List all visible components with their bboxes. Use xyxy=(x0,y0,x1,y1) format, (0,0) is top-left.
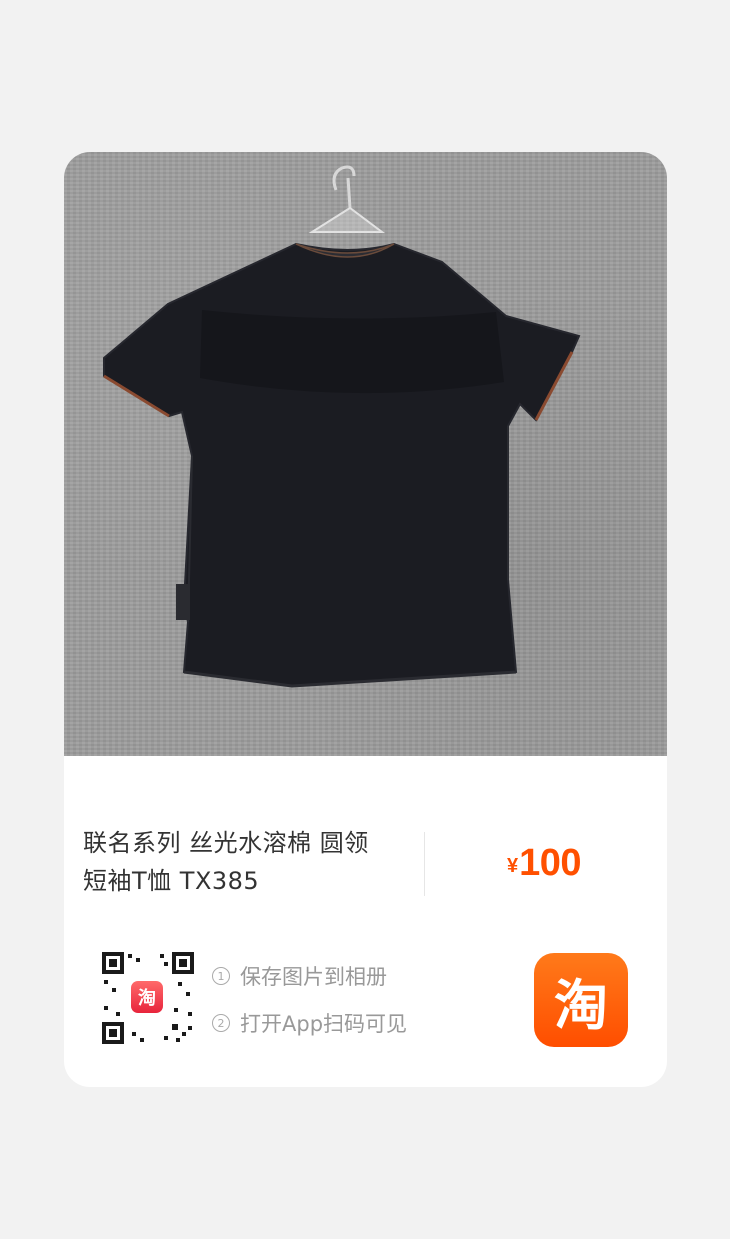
step-2-number: 2 xyxy=(212,1014,230,1032)
qr-logo-char: 淘 xyxy=(138,988,156,1009)
title-line-1: 联名系列 丝光水溶棉 圆领 xyxy=(83,829,369,857)
instruction-step-1: 1 保存图片到相册 xyxy=(212,960,407,992)
title-line-2: 短袖T恤 TX385 xyxy=(83,867,260,895)
qr-code: 淘 xyxy=(98,948,198,1048)
currency-symbol: ¥ xyxy=(507,855,519,877)
share-card: 联名系列 丝光水溶棉 圆领 短袖T恤 TX385 ¥100 淘 1 保存图片到相… xyxy=(64,152,667,1087)
step-1-number: 1 xyxy=(212,967,230,985)
taobao-icon-char: 淘 xyxy=(554,973,608,1037)
product-title: 联名系列 丝光水溶棉 圆领 短袖T恤 TX385 xyxy=(83,824,413,900)
step-1-text: 保存图片到相册 xyxy=(240,965,387,989)
tshirt-illustration xyxy=(103,165,581,688)
scan-instructions: 1 保存图片到相册 2 打开App扫码可见 xyxy=(212,960,407,1054)
hanger-icon xyxy=(308,165,385,233)
step-2-text: 打开App扫码可见 xyxy=(240,1012,408,1036)
price-value: 100 xyxy=(519,842,582,884)
price: ¥100 xyxy=(507,842,582,885)
divider xyxy=(424,832,425,896)
instruction-step-2: 2 打开App扫码可见 xyxy=(212,1007,407,1039)
qr-logo-icon: 淘 xyxy=(131,981,163,1013)
taobao-app-icon: 淘 xyxy=(534,953,628,1047)
product-photo xyxy=(64,152,667,756)
